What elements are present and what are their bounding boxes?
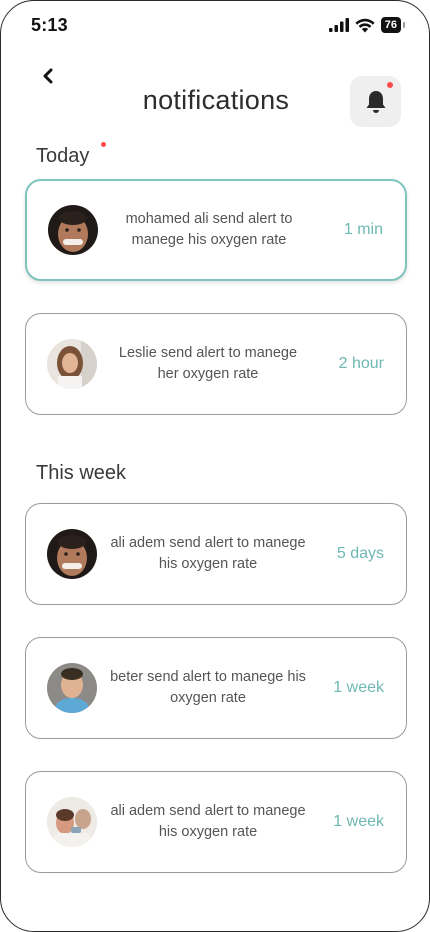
notification-card[interactable]: Leslie send alert to manege her oxygen r… [25, 313, 407, 415]
avatar [47, 797, 97, 847]
notification-message: Leslie send alert to manege her oxygen r… [118, 345, 298, 382]
battery-icon: 76 [380, 17, 406, 33]
unread-dot [101, 142, 106, 147]
avatar [47, 663, 97, 713]
section-heading-today: Today [36, 145, 90, 167]
unread-dot [387, 82, 393, 88]
notification-message: ali adem send alert to manege his oxygen… [110, 803, 306, 840]
notification-card[interactable]: ali adem send alert to manege his oxygen… [25, 771, 407, 873]
bell-icon [366, 90, 385, 113]
bell-button[interactable] [350, 76, 401, 127]
wifi-icon [355, 18, 375, 32]
chevron-left-icon [43, 68, 53, 84]
notification-time: 2 hour [338, 355, 384, 372]
signal-icon [328, 18, 349, 32]
notification-time: 1 week [333, 813, 384, 830]
notification-message: ali adem send alert to manege his oxygen… [110, 535, 306, 572]
notification-card[interactable]: mohamed ali send alert to manege his oxy… [25, 179, 407, 281]
notification-time: 5 days [336, 545, 384, 562]
notification-card[interactable]: beter send alert to manege his oxygen ra… [25, 637, 407, 739]
avatar [47, 339, 97, 389]
status-time: 5:13 [31, 15, 68, 35]
notification-message: mohamed ali send alert to manege his oxy… [125, 211, 293, 248]
avatar [47, 529, 97, 579]
notification-time: 1 min [343, 221, 383, 238]
notification-card[interactable]: ali adem send alert to manege his oxygen… [25, 503, 407, 605]
avatar [48, 205, 98, 255]
phone-frame: 5:13 76 notifications Today mohamed ali … [0, 0, 430, 932]
status-icons: 76 [328, 17, 406, 33]
section-heading-this-week: This week [36, 462, 127, 484]
notification-time: 1 week [333, 679, 384, 696]
notification-message: beter send alert to manege his oxygen ra… [110, 669, 306, 706]
back-button[interactable] [37, 65, 59, 87]
